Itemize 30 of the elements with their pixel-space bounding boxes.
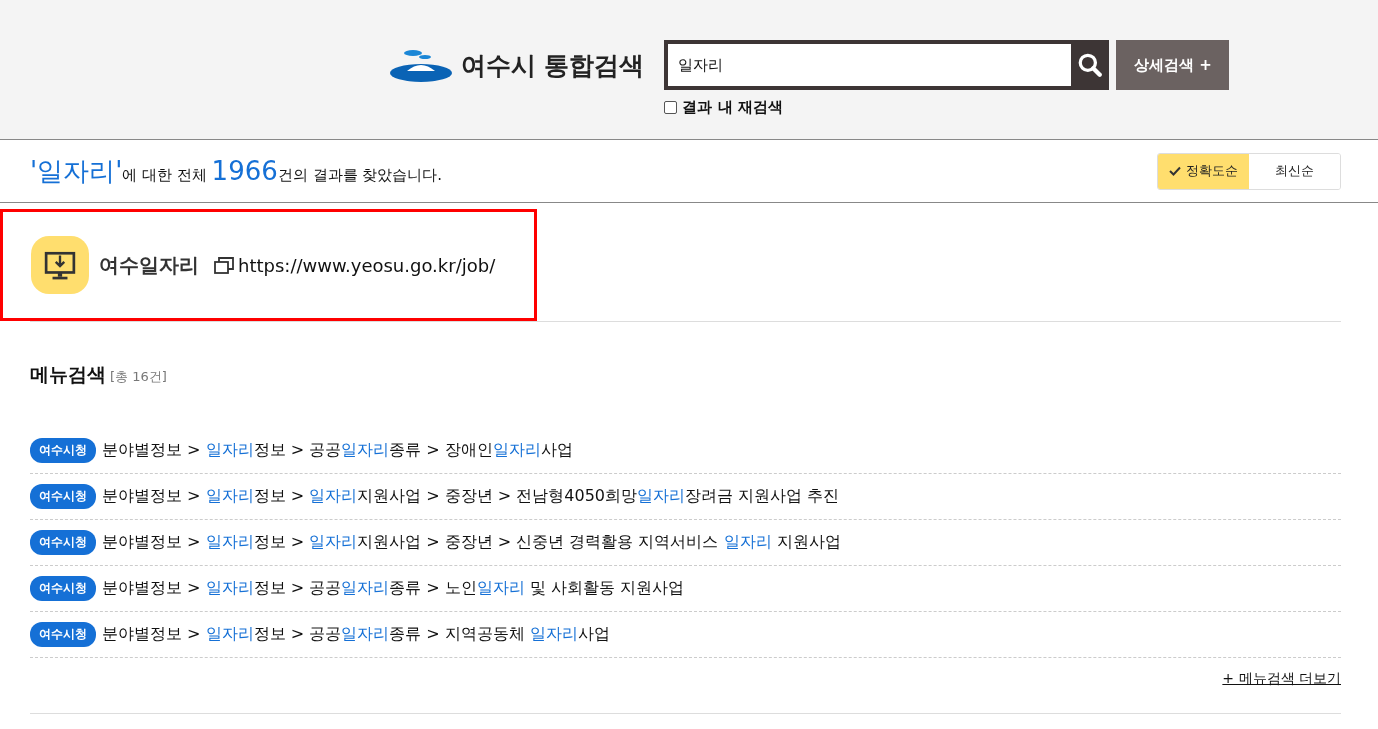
site-link[interactable]: https://www.yeosu.go.kr/job/ bbox=[238, 254, 496, 276]
search-field[interactable]: 일자리 bbox=[664, 40, 1072, 90]
city-logo-icon bbox=[388, 47, 453, 83]
menu-path-link[interactable]: 분야별정보 > 일자리정보 > 공공일자리종류 > 지역공동체 일자리사업 bbox=[102, 624, 610, 645]
menu-path-link[interactable]: 분야별정보 > 일자리정보 > 공공일자리종류 > 장애인일자리사업 bbox=[102, 440, 573, 461]
logo-text: 여수시 통합검색 bbox=[460, 49, 645, 82]
sort-tab[interactable]: 정확도순 bbox=[1158, 153, 1249, 189]
research-checkbox[interactable] bbox=[664, 101, 678, 114]
summary-text: 건의 결과를 찾았습니다. bbox=[277, 165, 443, 185]
result-total: [총 16건] bbox=[110, 368, 167, 386]
source-badge: 여수시청 bbox=[30, 484, 96, 509]
source-badge: 여수시청 bbox=[30, 622, 96, 647]
summary-text: 에 대한 전체 bbox=[122, 165, 208, 185]
query-term: '일자리' bbox=[30, 154, 123, 188]
check-icon bbox=[1169, 166, 1181, 176]
search-icon[interactable] bbox=[1071, 40, 1110, 90]
menu-path-link[interactable]: 분야별정보 > 일자리정보 > 공공일자리종류 > 노인일자리 및 사회활동 지원사업 bbox=[102, 578, 684, 599]
new-window-icon bbox=[214, 256, 234, 274]
monitor-download-icon bbox=[31, 236, 89, 294]
result-count: 1966 bbox=[211, 155, 278, 186]
section-title: 메뉴검색 bbox=[30, 362, 106, 387]
research-label: 결과 내 재검색 bbox=[682, 98, 783, 117]
menu-path-link[interactable]: 분야별정보 > 일자리정보 > 일자리지원사업 > 중장년 > 전남형4050희망일자리장려금 지원사업 추진 bbox=[102, 486, 840, 507]
featured-title: 여수일자리 bbox=[99, 251, 199, 279]
source-badge: 여수시청 bbox=[30, 530, 96, 555]
source-badge: 여수시청 bbox=[30, 576, 96, 601]
detail-search-button[interactable]: 상세검색 + bbox=[1116, 40, 1230, 90]
more-link[interactable]: + 메뉴검색 더보기 bbox=[1222, 670, 1341, 688]
source-badge: 여수시청 bbox=[30, 438, 96, 463]
menu-path-link[interactable]: 분야별정보 > 일자리정보 > 일자리지원사업 > 중장년 > 신중년 경력활용 지역서비스 일자리 지원사업 bbox=[102, 532, 841, 553]
